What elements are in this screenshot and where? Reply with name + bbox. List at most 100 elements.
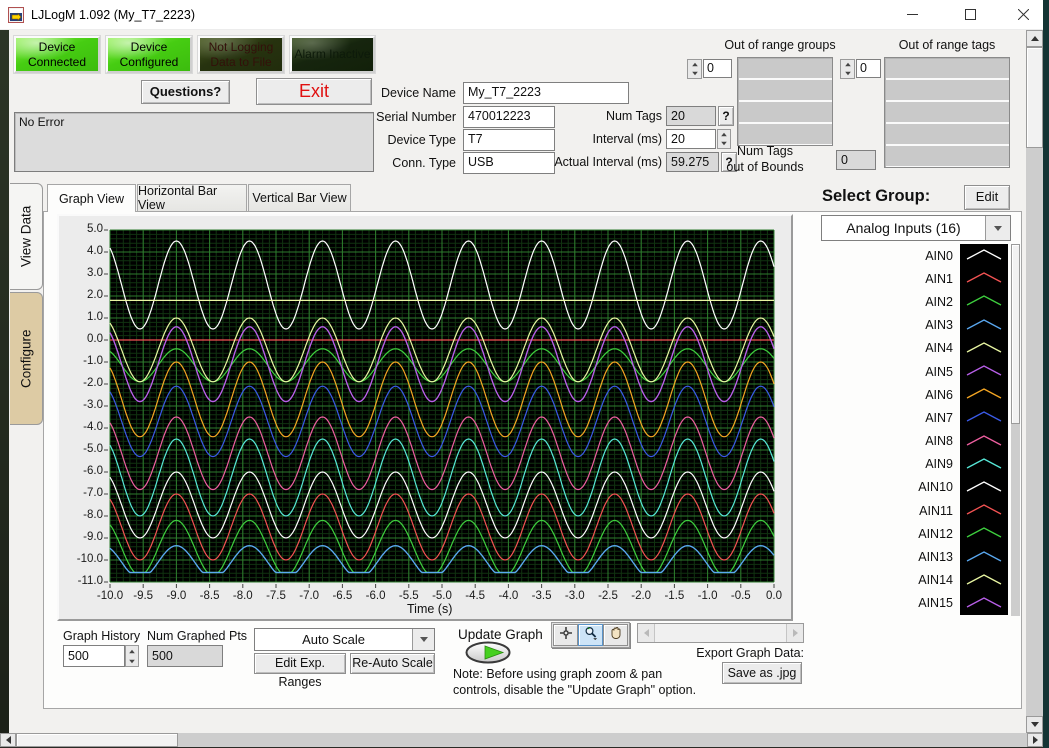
legend-line-swatch[interactable] xyxy=(960,383,1008,406)
legend-item[interactable]: AIN12 xyxy=(916,522,1010,545)
arrow-right-icon xyxy=(793,629,798,637)
x-tick-label: -8.5 xyxy=(192,590,228,602)
pan-tool-button[interactable] xyxy=(603,624,628,646)
questions-button[interactable]: Questions? xyxy=(141,80,230,104)
legend-item-label: AIN14 xyxy=(916,573,960,587)
graph-note-text: Note: Before using graph zoom & pancontr… xyxy=(453,666,696,699)
tab-vertical-bar-view[interactable]: Vertical Bar View xyxy=(248,184,351,211)
legend-item[interactable]: AIN2 xyxy=(916,290,1010,313)
legend-item[interactable]: AIN14 xyxy=(916,569,1010,592)
actual-interval-label: Actual Interval (ms) xyxy=(502,155,662,169)
legend-item[interactable]: AIN11 xyxy=(916,499,1010,522)
legend-line-swatch[interactable] xyxy=(960,337,1008,360)
scroll-left-arrow[interactable] xyxy=(0,733,16,747)
y-tick-label: -3.0 xyxy=(69,399,103,411)
sidetab-configure[interactable]: Configure xyxy=(10,292,43,425)
legend-item[interactable]: AIN6 xyxy=(916,383,1010,406)
graph-x-scrollbar[interactable] xyxy=(637,623,804,643)
scale-dropdown[interactable]: Auto Scale xyxy=(254,628,435,651)
horizontal-scroll-thumb[interactable] xyxy=(16,733,178,747)
scroll-left-arrow[interactable] xyxy=(638,624,655,642)
status-label: Configured xyxy=(120,55,179,70)
oor-tags-stepper[interactable] xyxy=(840,59,855,79)
y-tick-label: -7.0 xyxy=(69,487,103,499)
y-tick-label: 2.0 xyxy=(69,289,103,301)
group-dropdown[interactable]: Analog Inputs (16) xyxy=(821,215,1011,241)
title-bar: LJLogM 1.092 (My_T7_2223) xyxy=(0,0,1043,30)
edit-exp-ranges-button[interactable]: Edit Exp. Ranges xyxy=(254,653,346,674)
legend-line-swatch[interactable] xyxy=(960,314,1008,337)
group-dropdown-arrow[interactable] xyxy=(985,216,1010,240)
graph-history-stepper[interactable] xyxy=(125,645,139,667)
y-tick-label: 1.0 xyxy=(69,311,103,323)
legend-item-label: AIN9 xyxy=(916,457,960,471)
legend-item[interactable]: AIN5 xyxy=(916,360,1010,383)
status-not-logging[interactable]: Not Logging Data to File xyxy=(198,36,284,73)
scroll-right-arrow[interactable] xyxy=(1027,733,1043,747)
tab-horizontal-bar-view[interactable]: Horizontal Bar View xyxy=(137,184,247,211)
graph-widget[interactable]: 5.04.03.02.01.00.0-1.0-2.0-3.0-4.0-5.0-6… xyxy=(57,214,793,621)
status-device-configured[interactable]: Device Configured xyxy=(106,36,192,73)
legend-item[interactable]: AIN7 xyxy=(916,406,1010,429)
legend-item[interactable]: AIN4 xyxy=(916,337,1010,360)
legend-item[interactable]: AIN8 xyxy=(916,430,1010,453)
oor-tags-index[interactable]: 0 xyxy=(856,59,881,78)
legend-item[interactable]: AIN3 xyxy=(916,314,1010,337)
num-tags-help-button[interactable]: ? xyxy=(718,106,734,126)
legend-line-swatch[interactable] xyxy=(960,476,1008,499)
group-dropdown-value: Analog Inputs (16) xyxy=(822,216,985,240)
legend-line-swatch[interactable] xyxy=(960,592,1008,615)
legend-line-swatch[interactable] xyxy=(960,430,1008,453)
legend-line-swatch[interactable] xyxy=(960,244,1008,267)
status-alarm-inactive[interactable]: Alarm Inactive xyxy=(290,36,375,73)
legend-line-swatch[interactable] xyxy=(960,290,1008,313)
save-jpg-button[interactable]: Save as .jpg xyxy=(722,662,802,684)
scale-dropdown-arrow[interactable] xyxy=(412,629,434,650)
legend-line-swatch[interactable] xyxy=(960,545,1008,568)
legend-line-swatch[interactable] xyxy=(960,569,1008,592)
edit-group-button[interactable]: Edit xyxy=(964,185,1010,210)
reauto-scale-button[interactable]: Re-Auto Scale xyxy=(350,653,435,674)
window-horizontal-scrollbar[interactable] xyxy=(0,733,1043,747)
y-tick-label: -9.0 xyxy=(69,531,103,543)
legend-line-swatch[interactable] xyxy=(960,499,1008,522)
legend-line-swatch[interactable] xyxy=(960,406,1008,429)
maximize-button[interactable] xyxy=(947,0,993,29)
oor-groups-index[interactable]: 0 xyxy=(703,59,732,78)
y-tick-label: 4.0 xyxy=(69,245,103,257)
legend-item[interactable]: AIN0 xyxy=(916,244,1010,267)
legend-scrollbar[interactable] xyxy=(1011,244,1020,616)
device-name-field[interactable]: My_T7_2223 xyxy=(463,82,629,104)
plot-legend[interactable]: AIN0AIN1AIN2AIN3AIN4AIN5AIN6AIN7AIN8 AIN9… xyxy=(916,244,1010,616)
scroll-right-arrow[interactable] xyxy=(786,624,803,642)
num-tags-label: Num Tags xyxy=(522,109,662,123)
legend-item[interactable]: AIN13 xyxy=(916,545,1010,568)
tab-graph-view[interactable]: Graph View xyxy=(47,184,136,212)
window-vertical-scrollbar[interactable] xyxy=(1026,30,1043,733)
time-axis-label: Time (s) xyxy=(407,602,452,616)
legend-line-swatch[interactable] xyxy=(960,453,1008,476)
zoom-tool-button[interactable] xyxy=(578,624,603,646)
oor-tags-listbox[interactable] xyxy=(884,57,1010,168)
cursor-tool-button[interactable] xyxy=(553,624,578,646)
legend-line-swatch[interactable] xyxy=(960,522,1008,545)
legend-line-swatch[interactable] xyxy=(960,360,1008,383)
sidetab-view-data[interactable]: View Data xyxy=(10,183,43,290)
scroll-down-arrow[interactable] xyxy=(1026,716,1043,733)
update-graph-toggle[interactable] xyxy=(464,641,512,664)
legend-item[interactable]: AIN15 xyxy=(916,592,1010,615)
legend-item[interactable]: AIN1 xyxy=(916,267,1010,290)
legend-item[interactable]: AIN10 xyxy=(916,476,1010,499)
close-button[interactable] xyxy=(1003,0,1043,29)
legend-line-swatch[interactable] xyxy=(960,267,1008,290)
minimize-button[interactable] xyxy=(889,0,935,29)
oor-groups-listbox[interactable] xyxy=(737,57,833,146)
graph-history-field[interactable]: 500 xyxy=(63,645,125,667)
oor-groups-stepper[interactable] xyxy=(687,59,702,79)
x-tick-label: -7.0 xyxy=(291,590,327,602)
scroll-up-arrow[interactable] xyxy=(1026,30,1043,47)
x-tick-label: -10.0 xyxy=(92,590,128,602)
status-device-connected[interactable]: Device Connected xyxy=(14,36,100,73)
legend-item[interactable]: AIN9 xyxy=(916,453,1010,476)
vertical-scroll-thumb[interactable] xyxy=(1026,47,1043,148)
